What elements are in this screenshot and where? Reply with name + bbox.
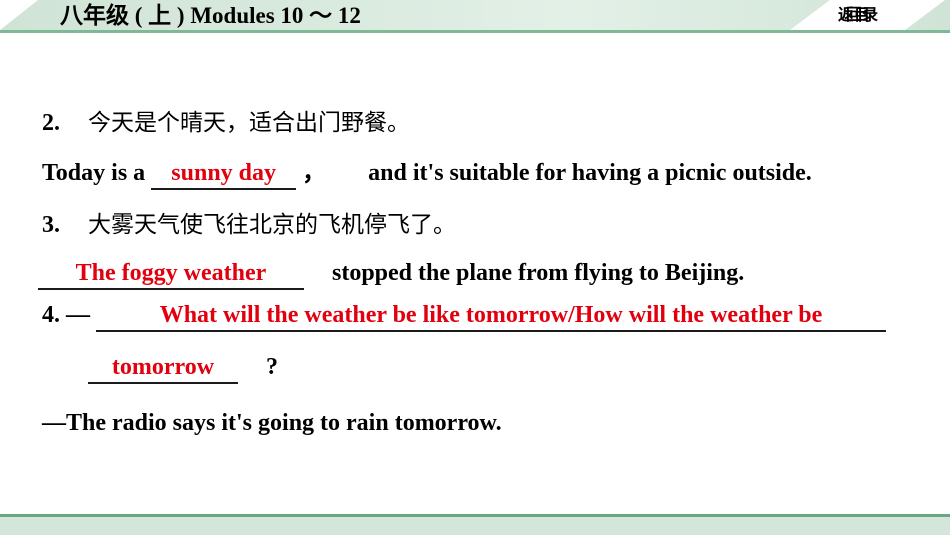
header-bottom-rule (0, 30, 950, 33)
exercise-2-english-after: and it's suitable for having a picnic ou… (368, 160, 812, 186)
exercise-3-english: The foggy weather stopped the plane from… (38, 258, 744, 290)
exercise-2-number: 2. (42, 110, 60, 136)
exercise-2-english-before: Today is a (42, 160, 146, 186)
exercise-4-reply: —The radio says it's going to rain tomor… (42, 410, 502, 436)
exercise-4-question-line1: 4. — What will the weather be like tomor… (42, 300, 886, 332)
exercise-3-chinese-text: 大雾天气使飞往北京的飞机停飞了。 (88, 212, 456, 238)
exercise-3-english-after: stopped the plane from flying to Beijing… (332, 260, 745, 286)
page-header: 八年级 ( 上 ) Modules 10 ～ 12 返回目录 (0, 0, 950, 34)
exercise-2-chinese: 2. 今天是个晴天，适合出门野餐。 (42, 108, 410, 138)
exercise-3-chinese: 3. 大雾天气使飞往北京的飞机停飞了。 (42, 210, 456, 240)
exercise-4-answer-blank-line2[interactable]: tomorrow (88, 352, 238, 384)
exercise-content: 2. 今天是个晴天，适合出门野餐。 Today is a sunny day ，… (0, 34, 950, 514)
exercise-4-number: 4. (42, 302, 60, 328)
exercise-4-dash: — (66, 302, 90, 328)
exercise-4-answer-blank-line1[interactable]: What will the weather be like tomorrow/H… (96, 300, 886, 332)
exercise-2-chinese-text: 今天是个晴天，适合出门野餐。 (88, 110, 410, 136)
page-title: 八年级 ( 上 ) Modules 10 ～ 12 (60, 3, 361, 28)
back-to-contents-button[interactable]: 返回目录 (838, 3, 878, 27)
exercise-4-question-line2: tomorrow ? (88, 352, 278, 384)
exercise-4-question-mark: ? (266, 354, 278, 380)
exercise-2-answer-blank[interactable]: sunny day (151, 158, 297, 190)
footer-band (0, 517, 950, 535)
exercise-3-answer-blank[interactable]: The foggy weather (38, 258, 304, 290)
exercise-3-number: 3. (42, 212, 60, 238)
exercise-2-english: Today is a sunny day ， and it's suitable… (42, 158, 812, 190)
exercise-2-comma: ， (302, 160, 327, 186)
